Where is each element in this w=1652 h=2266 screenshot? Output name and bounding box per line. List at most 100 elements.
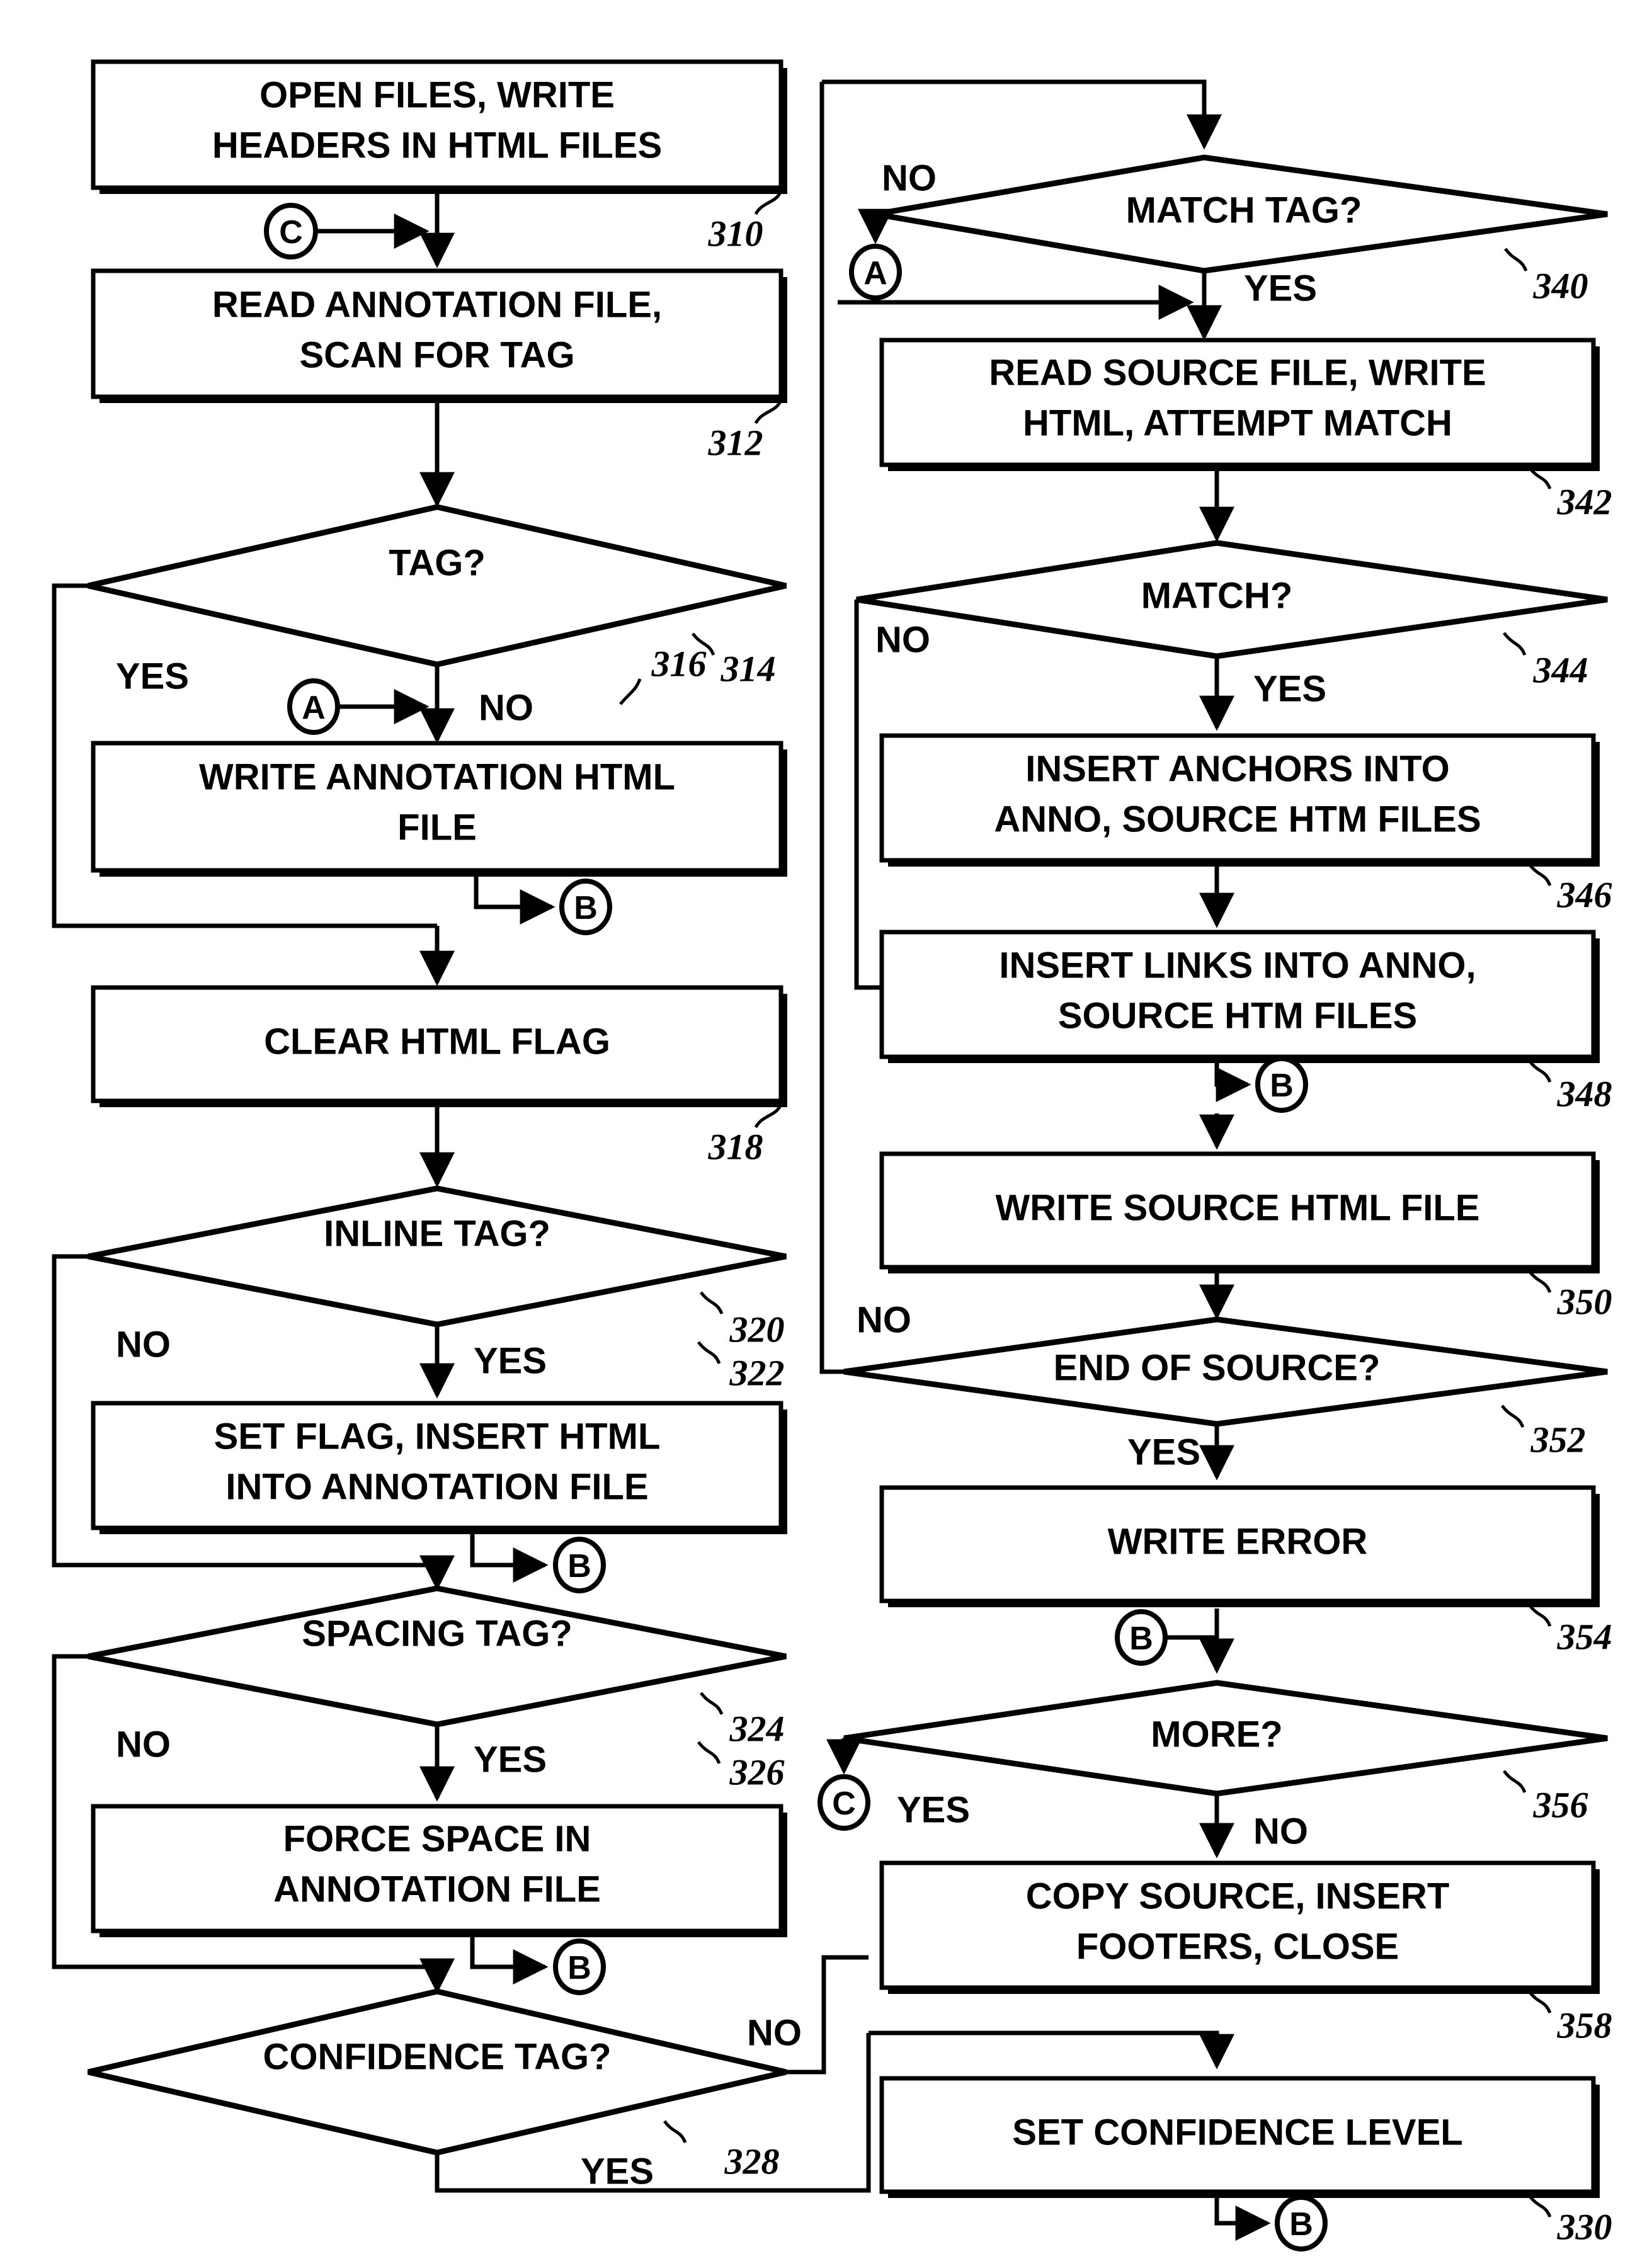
- connector-b4: B: [1214, 1056, 1308, 1113]
- node-348-ref: 348: [1557, 1073, 1612, 1114]
- node-354-ref: 354: [1557, 1616, 1612, 1657]
- node-326-line2: ANNOTATION FILE: [273, 1869, 601, 1910]
- connector-a1-label: A: [302, 690, 326, 726]
- edge-label-confidence-no: NO: [747, 2012, 802, 2053]
- connector-b2-label: B: [567, 1548, 591, 1585]
- node-342-line1: READ SOURCE FILE, WRITE: [989, 352, 1486, 393]
- node-314-label: TAG?: [389, 542, 486, 583]
- node-344-label: MATCH?: [1141, 575, 1293, 616]
- node-324-label: SPACING TAG?: [302, 1613, 573, 1654]
- node-346-ref: 346: [1557, 874, 1612, 915]
- node-358-line1: COPY SOURCE, INSERT: [1026, 1876, 1450, 1916]
- edge-label-match-no: NO: [875, 619, 930, 660]
- connector-b6-label: B: [1289, 2206, 1313, 2243]
- node-322: SET FLAG, INSERT HTML INTO ANNOTATION FI…: [91, 1401, 787, 1534]
- edge-label-endsource-no: NO: [857, 1299, 911, 1340]
- connector-b3: B: [470, 1933, 606, 1995]
- node-316-line2: FILE: [397, 807, 477, 848]
- node-340: MATCH TAG? 340: [875, 154, 1608, 306]
- edge-to-330: [869, 2030, 1234, 2070]
- node-352: END OF SOURCE? 352: [843, 1316, 1608, 1460]
- edge-label-endsource-yes: YES: [1127, 1432, 1200, 1472]
- node-326-ref: 326: [729, 1751, 785, 1792]
- node-348-line1: INSERT LINKS INTO ANNO,: [999, 945, 1476, 986]
- connector-a2-label: A: [863, 255, 887, 292]
- connector-a1: A: [287, 678, 430, 735]
- node-318-line1: CLEAR HTML FLAG: [264, 1021, 610, 1062]
- node-352-ref: 352: [1530, 1419, 1586, 1460]
- connector-c1-label: C: [279, 214, 303, 251]
- node-316: WRITE ANNOTATION HTML FILE 316: [91, 643, 787, 877]
- node-330-ref: 330: [1557, 2206, 1612, 2247]
- edge-label-more-no: NO: [1253, 1811, 1308, 1852]
- node-342-ref: 342: [1557, 481, 1612, 522]
- node-346-line2: ANNO, SOURCE HTM FILES: [994, 799, 1481, 840]
- connector-b1-label: B: [574, 890, 598, 926]
- edge-label-spacing-no: NO: [116, 1724, 171, 1765]
- edge-label-matchtag-no: NO: [882, 157, 937, 198]
- node-340-label: MATCH TAG?: [1126, 190, 1362, 231]
- node-316-ref: 316: [651, 643, 707, 684]
- node-316-line1: WRITE ANNOTATION HTML: [199, 756, 675, 797]
- node-356-label: MORE?: [1151, 1714, 1282, 1755]
- node-348: INSERT LINKS INTO ANNO, SOURCE HTM FILES…: [879, 930, 1612, 1114]
- connector-c2: C: [817, 1738, 870, 1831]
- node-350-ref: 350: [1557, 1281, 1612, 1322]
- node-354-line1: WRITE ERROR: [1108, 1521, 1367, 1562]
- node-344-ref: 344: [1533, 649, 1588, 690]
- node-322-ref: 322: [729, 1352, 785, 1393]
- edge-label-tag-no: NO: [479, 687, 533, 728]
- node-346-line1: INSERT ANCHORS INTO: [1025, 748, 1450, 789]
- connector-b4-label: B: [1270, 1068, 1294, 1104]
- node-340-ref: 340: [1533, 265, 1588, 306]
- node-314-ref: 314: [721, 648, 776, 689]
- node-342-line2: HTML, ATTEMPT MATCH: [1023, 402, 1452, 443]
- node-320-label: INLINE TAG?: [324, 1213, 550, 1254]
- node-354: WRITE ERROR 354: [879, 1485, 1612, 1657]
- connector-b1: B: [474, 872, 612, 935]
- node-328-ref: 328: [724, 2141, 780, 2182]
- node-326: FORCE SPACE IN ANNOTATION FILE: [91, 1804, 787, 1937]
- node-348-line2: SOURCE HTM FILES: [1058, 995, 1417, 1036]
- node-358-line2: FOOTERS, CLOSE: [1076, 1926, 1399, 1967]
- edge-label-tag-yes: YES: [116, 656, 189, 697]
- node-318-ref: 318: [708, 1126, 763, 1167]
- edge-label-confidence-yes: YES: [581, 2151, 654, 2192]
- node-330-line1: SET CONFIDENCE LEVEL: [1012, 2112, 1462, 2153]
- node-322-line1: SET FLAG, INSERT HTML: [214, 1416, 661, 1457]
- connector-b2: B: [470, 1530, 606, 1593]
- node-312-line1: READ ANNOTATION FILE,: [212, 284, 662, 325]
- node-342: READ SOURCE FILE, WRITE HTML, ATTEMPT MA…: [879, 338, 1612, 522]
- node-356-ref: 356: [1533, 1784, 1588, 1825]
- edge-label-match-yes: YES: [1253, 668, 1326, 709]
- node-310-ref: 310: [708, 213, 763, 254]
- connector-c2-label: C: [832, 1785, 856, 1822]
- edge-label-inline-yes: YES: [474, 1340, 547, 1381]
- node-326-line1: FORCE SPACE IN: [283, 1818, 591, 1859]
- node-344: MATCH? 344: [856, 540, 1608, 690]
- connector-b5-label: B: [1129, 1620, 1153, 1657]
- edge-label-matchtag-yes: YES: [1244, 268, 1317, 309]
- node-358-ref: 358: [1557, 2005, 1612, 2046]
- node-358: COPY SOURCE, INSERT FOOTERS, CLOSE 358: [879, 1860, 1612, 2046]
- node-350-line1: WRITE SOURCE HTML FILE: [995, 1187, 1479, 1228]
- node-350: WRITE SOURCE HTML FILE 350: [879, 1151, 1612, 1322]
- node-328-label: CONFIDENCE TAG?: [263, 2036, 611, 2077]
- node-310-line2: HEADERS IN HTML FILES: [212, 125, 662, 166]
- node-310-line1: OPEN FILES, WRITE: [259, 74, 615, 115]
- node-312-line2: SCAN FOR TAG: [299, 334, 574, 375]
- node-322-line2: INTO ANNOTATION FILE: [225, 1466, 648, 1507]
- node-320-ref: 320: [729, 1309, 785, 1350]
- flowchart-svg: OPEN FILES, WRITE HEADERS IN HTML FILES …: [52, 59, 1612, 2252]
- flowchart-canvas: OPEN FILES, WRITE HEADERS IN HTML FILES …: [0, 0, 1652, 2266]
- connector-c1: C: [264, 203, 430, 259]
- connector-b5: B: [1115, 1609, 1234, 1674]
- connector-b3-label: B: [567, 1950, 591, 1986]
- connector-a2: A: [849, 208, 902, 300]
- edge-label-more-yes: YES: [897, 1789, 970, 1830]
- edge-352-no-rail: [819, 82, 844, 1374]
- edge-top-rail-340: [822, 79, 1222, 150]
- node-324-ref: 324: [729, 1708, 785, 1749]
- node-318: CLEAR HTML FLAG 318: [91, 985, 787, 1167]
- connector-b6: B: [1214, 2193, 1328, 2252]
